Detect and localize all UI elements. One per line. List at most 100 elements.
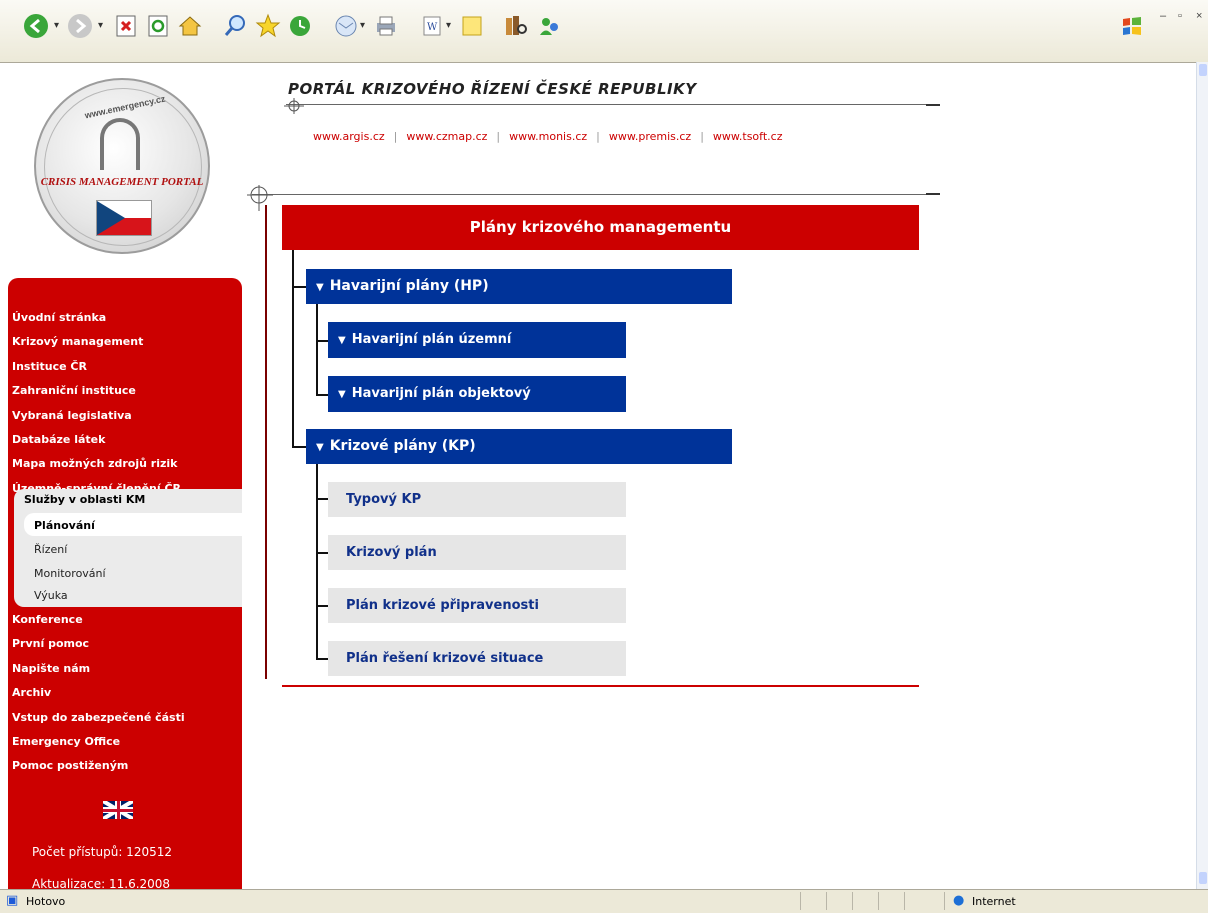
svg-text:W: W: [427, 22, 438, 33]
forward-dropdown-icon[interactable]: ▾: [98, 20, 103, 31]
crosshair-icon: [284, 98, 304, 114]
menu-item-conferences[interactable]: Konference: [12, 608, 242, 632]
tree-line-root: [292, 250, 294, 448]
link-premis[interactable]: www.premis.cz: [609, 130, 691, 143]
content-left-rule: [265, 205, 267, 679]
tree-node-hp-territorial-label: Havarijní plán územní: [351, 332, 512, 347]
tree-node-preparedness-plan[interactable]: Plán krizové připravenosti: [328, 588, 626, 623]
submenu-heading[interactable]: Služby v oblasti KM: [24, 493, 145, 506]
mail-dropdown-icon[interactable]: ▾: [360, 20, 365, 31]
czech-flag-icon: [96, 200, 152, 236]
chevron-down-icon: ▼: [338, 335, 346, 346]
visit-counter: Počet přístupů: 120512: [32, 845, 172, 859]
globe-icon: ●: [953, 893, 965, 908]
notes-icon[interactable]: [456, 10, 488, 42]
menu-item-risk-map[interactable]: Mapa možných zdrojů rizik: [12, 452, 242, 476]
tree-node-hp[interactable]: ▼ Havarijní plány (HP): [306, 269, 732, 304]
tree-node-kp-label: Krizové plány (KP): [329, 438, 476, 454]
home-icon[interactable]: [174, 10, 206, 42]
chevron-down-icon: ▼: [316, 282, 324, 293]
submenu-panel: Služby v oblasti KM Plánování Řízení Mon…: [14, 489, 242, 607]
submenu-item-planning[interactable]: Plánování: [34, 519, 95, 532]
menu-item-victim-help[interactable]: Pomoc postiženým: [12, 754, 242, 778]
submenu-item-monitoring[interactable]: Monitorování: [34, 567, 106, 580]
tree-line-hp-2: [316, 394, 328, 396]
portal-logo[interactable]: www.emergency.cz CRISIS MANAGEMENT PORTA…: [34, 78, 210, 254]
vertical-scrollbar[interactable]: [1196, 62, 1208, 889]
menu-item-foreign-institutions[interactable]: Zahraniční instituce: [12, 379, 242, 403]
tree-node-crisis-plan[interactable]: Krizový plán: [328, 535, 626, 570]
page-heading: Plány krizového managementu: [282, 205, 919, 250]
menu-item-legislation[interactable]: Vybraná legislativa: [12, 404, 242, 428]
security-zone: Internet: [972, 895, 1016, 908]
tree-node-hp-object-label: Havarijní plán objektový: [351, 386, 531, 401]
main-menu: Úvodní stránka Krizový management Instit…: [12, 306, 242, 501]
tree-node-typical-kp[interactable]: Typový KP: [328, 482, 626, 517]
edit-icon[interactable]: W: [416, 10, 448, 42]
close-icon[interactable]: ×: [1196, 10, 1202, 22]
link-monis[interactable]: www.monis.cz: [509, 130, 587, 143]
menu-item-home[interactable]: Úvodní stránka: [12, 306, 242, 330]
tree-line-kp-4: [316, 658, 328, 660]
crosshair-icon-large: [247, 185, 273, 211]
chevron-down-icon: ▼: [338, 389, 346, 400]
menu-item-institutions[interactable]: Instituce ČR: [12, 355, 242, 379]
secondary-menu: Konference První pomoc Napište nám Archi…: [12, 608, 242, 779]
content-top-line: [252, 194, 940, 195]
refresh-icon[interactable]: [142, 10, 174, 42]
menu-item-crisis-management[interactable]: Krizový management: [12, 330, 242, 354]
tree-line-hp-1: [316, 340, 328, 342]
forward-icon[interactable]: [64, 10, 96, 42]
scroll-down-icon[interactable]: [1199, 872, 1207, 884]
tree-node-hp-territorial[interactable]: ▼ Havarijní plán územní: [328, 322, 626, 358]
partner-links: www.argis.cz | www.czmap.cz | www.monis.cz | w…: [313, 130, 783, 143]
tree-line-kp-3: [316, 605, 328, 607]
tree-line-kp-1: [316, 498, 328, 500]
edit-dropdown-icon[interactable]: ▾: [446, 20, 451, 31]
menu-item-first-aid[interactable]: První pomoc: [12, 632, 242, 656]
logo-text: CRISIS MANAGEMENT PORTAL: [40, 176, 204, 188]
menu-item-substances[interactable]: Databáze látek: [12, 428, 242, 452]
search-icon[interactable]: [220, 10, 252, 42]
mail-icon[interactable]: [330, 10, 362, 42]
browser-toolbar: ▾ ▾ ▾ W ▾ – ▫ ×: [0, 0, 1208, 63]
tree-line-kp-children: [316, 464, 318, 660]
messenger-icon[interactable]: [534, 10, 566, 42]
tree-line-kp: [292, 446, 306, 448]
menu-item-emergency-office[interactable]: Emergency Office: [12, 730, 242, 754]
submenu-item-education[interactable]: Výuka: [34, 589, 68, 602]
tree-node-hp-object[interactable]: ▼ Havarijní plán objektový: [328, 376, 626, 412]
page-icon: ▣: [6, 893, 19, 908]
gate-icon: [100, 118, 140, 170]
link-argis[interactable]: www.argis.cz: [313, 130, 385, 143]
english-flag-icon[interactable]: [103, 801, 133, 819]
link-czmap[interactable]: www.czmap.cz: [406, 130, 487, 143]
print-icon[interactable]: [370, 10, 402, 42]
content-bottom-rule: [282, 685, 919, 687]
submenu-item-management[interactable]: Řízení: [34, 543, 67, 556]
windows-logo-icon: [1116, 10, 1148, 42]
portal-title: PORTÁL KRIZOVÉHO ŘÍZENÍ ČESKÉ REPUBLIKY: [288, 80, 697, 98]
favorites-icon[interactable]: [252, 10, 284, 42]
tree-line-hp: [292, 286, 306, 288]
history-icon[interactable]: [284, 10, 316, 42]
menu-item-secure-login[interactable]: Vstup do zabezpečené části: [12, 706, 242, 730]
status-text: Hotovo: [26, 895, 66, 908]
title-underline: [286, 104, 940, 105]
tree-node-hp-label: Havarijní plány (HP): [329, 278, 489, 294]
tree-line-hp-children: [316, 304, 318, 396]
chevron-down-icon: ▼: [316, 442, 324, 453]
research-icon[interactable]: [500, 10, 532, 42]
menu-item-contact[interactable]: Napište nám: [12, 657, 242, 681]
back-icon[interactable]: [20, 10, 52, 42]
tree-node-situation-plan[interactable]: Plán řešení krizové situace: [328, 641, 626, 676]
minimize-icon[interactable]: –: [1160, 10, 1166, 22]
tree-node-kp[interactable]: ▼ Krizové plány (KP): [306, 429, 732, 464]
tree-line-kp-2: [316, 552, 328, 554]
scroll-up-icon[interactable]: [1199, 64, 1207, 76]
back-dropdown-icon[interactable]: ▾: [54, 20, 59, 31]
link-tsoft[interactable]: www.tsoft.cz: [713, 130, 783, 143]
stop-icon[interactable]: [110, 10, 142, 42]
restore-icon[interactable]: ▫: [1178, 10, 1182, 22]
menu-item-archive[interactable]: Archiv: [12, 681, 242, 705]
